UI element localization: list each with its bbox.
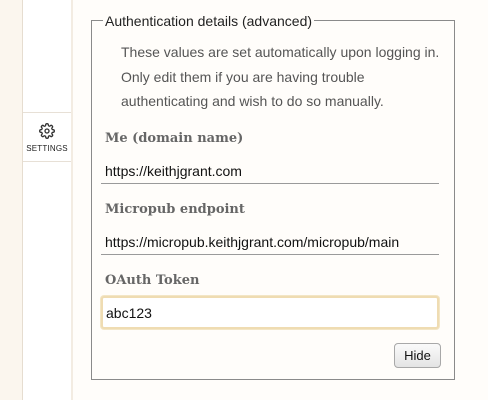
help-line: Only edit them if you are having trouble (121, 68, 365, 85)
micropub-label: Micropub endpoint (105, 202, 245, 217)
auth-help-text: These values are set automatically upon … (121, 40, 441, 114)
sidebar-item-settings[interactable]: SETTINGS (23, 112, 71, 162)
oauth-token-field[interactable] (101, 296, 439, 329)
gear-icon (39, 123, 55, 139)
me-label: Me (domain name) (105, 131, 244, 146)
oauth-label: OAuth Token (105, 273, 200, 288)
me-field[interactable] (101, 154, 439, 184)
sidebar (23, 0, 72, 400)
micropub-endpoint-field[interactable] (101, 225, 439, 255)
auth-legend: Authentication details (advanced) (103, 13, 315, 29)
left-margin (0, 0, 22, 400)
help-line: authenticating and wish to do so manuall… (121, 93, 384, 109)
hide-button[interactable]: Hide (394, 343, 441, 368)
help-line: These values are set automatically upon … (121, 44, 440, 60)
settings-label: SETTINGS (26, 144, 68, 153)
